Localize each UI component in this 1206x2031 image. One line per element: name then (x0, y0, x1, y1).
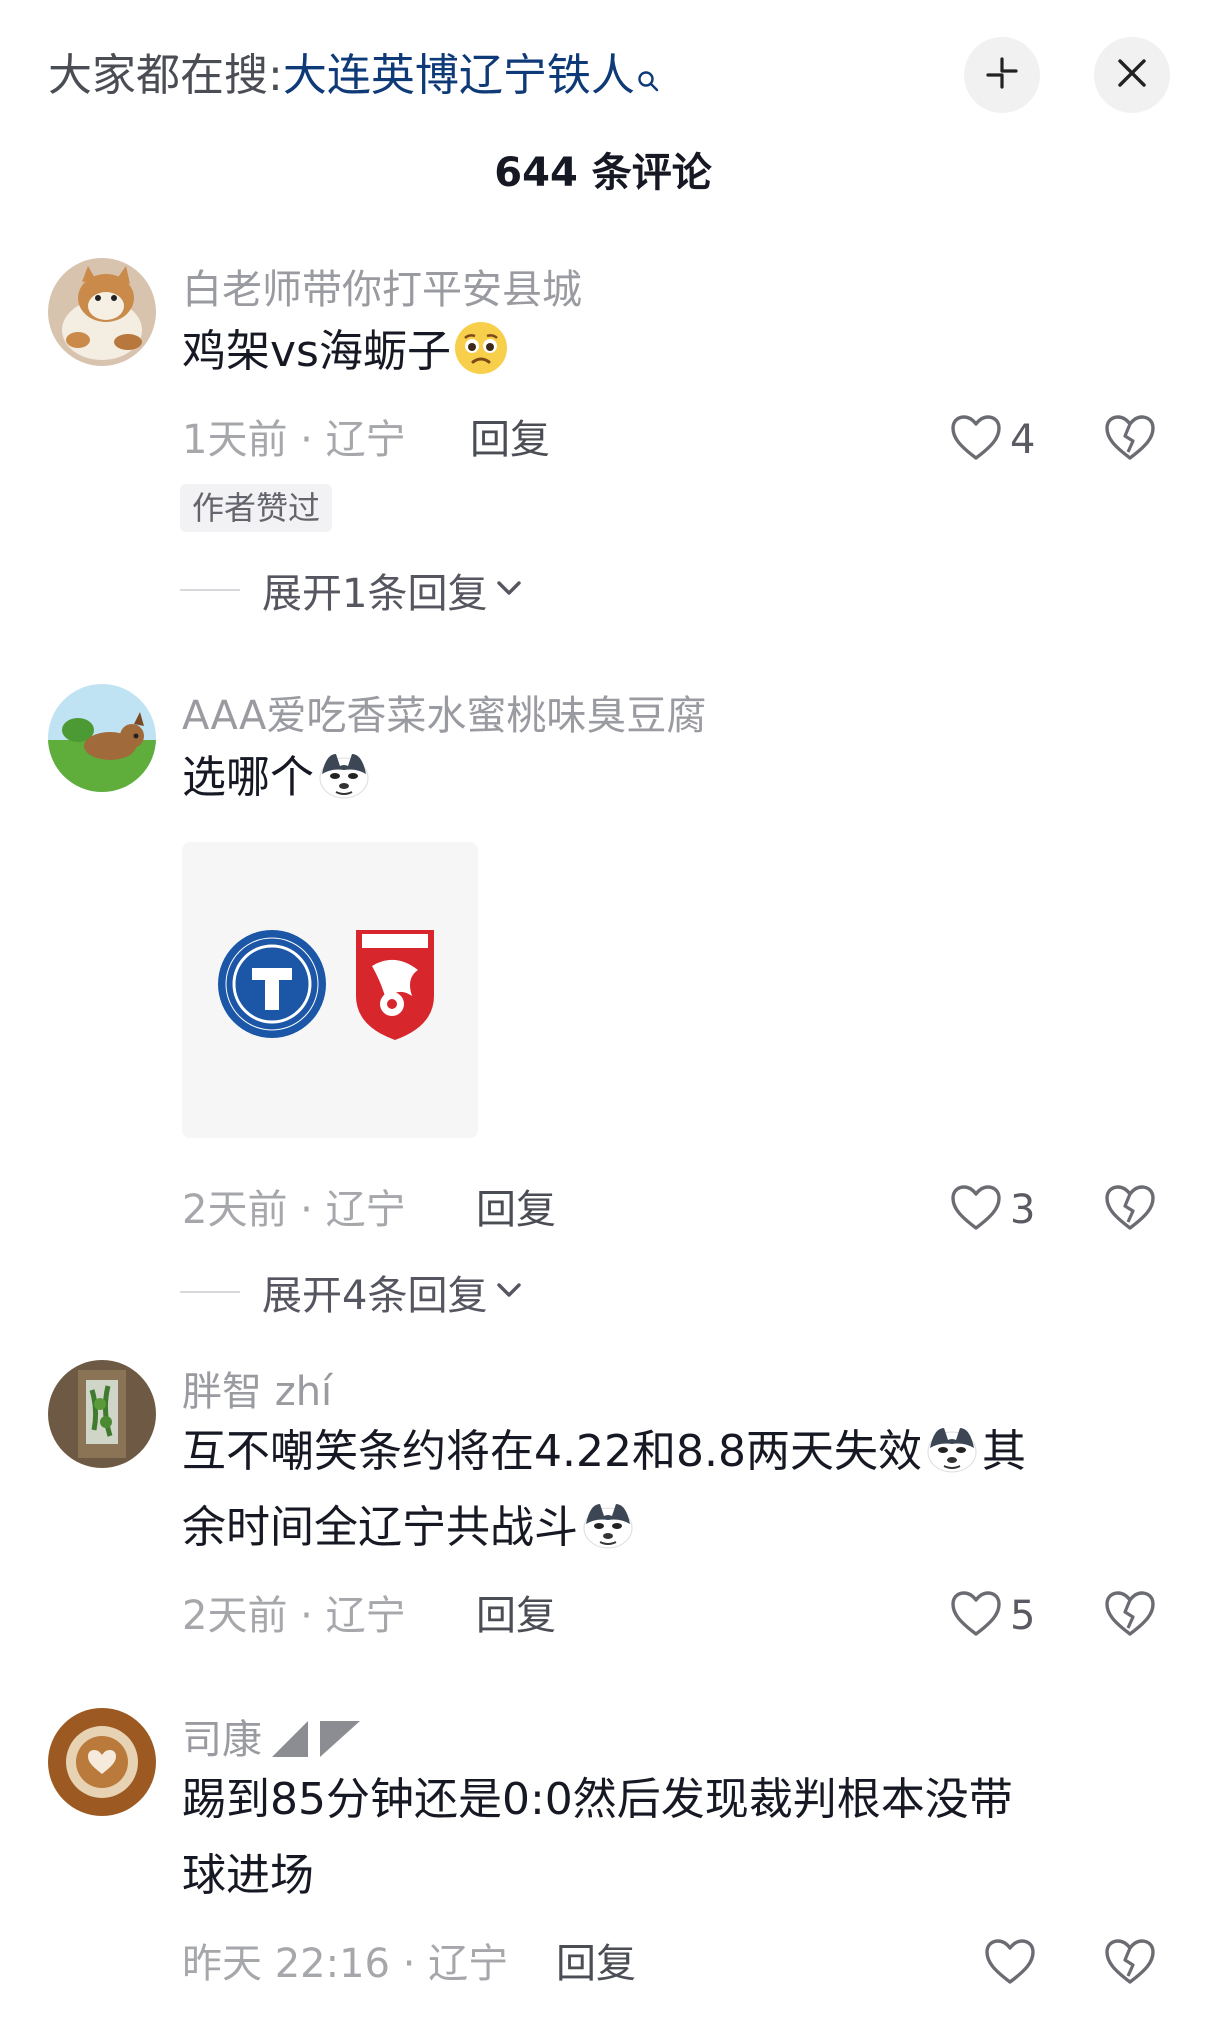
heart-icon (950, 1590, 1002, 1642)
dalian-yingbo-logo (352, 926, 438, 1046)
pleading-emoji-icon (453, 320, 509, 376)
search-suggestion[interactable]: 大家都在搜:大连英博辽宁铁人 (48, 46, 659, 108)
heart-icon (950, 414, 1002, 466)
comment-count: 644 条评论 (494, 150, 712, 196)
dislike-button[interactable] (1104, 410, 1156, 470)
dislike-button[interactable] (1104, 1180, 1156, 1240)
comment-body: 鸡架vs海蛎子 (182, 326, 451, 377)
reply-button[interactable]: 回复 (556, 1936, 636, 1992)
comment-line: 余时间全辽宁共战斗 (182, 1490, 1142, 1566)
reply-button[interactable]: 回复 (470, 412, 550, 468)
husky-emoji-icon (580, 1496, 636, 1552)
comment-line: 互不嘲笑条约将在4.22和8.8两天失效 其 (182, 1414, 1142, 1490)
chevron-down-icon (495, 1281, 523, 1303)
avatar[interactable] (48, 1708, 156, 1816)
collapse-button[interactable] (964, 37, 1040, 113)
author-liked-badge: 作者赞过 (180, 484, 333, 532)
expand-replies-label: 展开1条回复 (262, 571, 488, 617)
search-keyword[interactable]: 大连英博辽宁铁人 (283, 50, 635, 101)
comment-time-location: 昨天 22:16 · 辽宁 (182, 1941, 509, 1987)
comment-body: 余时间全辽宁共战斗 (182, 1502, 578, 1553)
comment-item: AAA爱吃香菜水蜜桃味臭豆腐 选哪个 2天前 · 辽宁 回复 3 展开4条回复 (0, 684, 1206, 1319)
collapse-icon (982, 53, 1022, 97)
comment-text: 踢到85分钟还是0:0然后发现裁判根本没带 球进场 (182, 1762, 1142, 1914)
broken-heart-icon (1104, 1184, 1156, 1236)
husky-emoji-icon (924, 1420, 980, 1476)
comment-text: 选哪个 (182, 740, 1142, 816)
divider-line (180, 1291, 240, 1293)
like-button[interactable]: 4 (950, 410, 1035, 470)
dislike-button[interactable] (1104, 1586, 1156, 1646)
avatar[interactable] (48, 258, 156, 366)
like-button[interactable] (984, 1934, 1036, 1994)
comment-time-location: 2天前 · 辽宁 (182, 1593, 406, 1639)
like-count: 5 (1010, 1593, 1036, 1639)
divider-line (180, 589, 240, 591)
username[interactable]: 白老师带你打平安县城 (182, 262, 582, 318)
heart-icon (950, 1184, 1002, 1236)
comment-line: 球进场 (182, 1850, 314, 1901)
comment-text: 互不嘲笑条约将在4.22和8.8两天失效 其 余时间全辽宁共战斗 (182, 1414, 1142, 1566)
comment-body: 选哪个 (182, 752, 314, 803)
like-button[interactable]: 3 (950, 1180, 1035, 1240)
dislike-button[interactable] (1104, 1934, 1156, 1994)
comment-image[interactable] (182, 842, 478, 1138)
search-prefix: 大家都在搜: (48, 50, 283, 101)
like-button[interactable]: 5 (950, 1586, 1035, 1646)
heart-icon (984, 1938, 1036, 1990)
avatar[interactable] (48, 1360, 156, 1468)
comment-line: 踢到85分钟还是0:0然后发现裁判根本没带 (182, 1774, 1013, 1825)
expand-replies-label: 展开4条回复 (262, 1273, 488, 1319)
comment-item: 白老师带你打平安县城 鸡架vs海蛎子 1天前 · 辽宁 回复 4 作者赞过 展开… (0, 258, 1206, 638)
comment-body: 互不嘲笑条约将在4.22和8.8两天失效 (182, 1426, 922, 1477)
reply-button[interactable]: 回复 (476, 1182, 556, 1238)
close-button[interactable] (1094, 37, 1170, 113)
reply-button[interactable]: 回复 (476, 1588, 556, 1644)
comment-text: 鸡架vs海蛎子 (182, 314, 1142, 390)
username[interactable]: AAA爱吃香菜水蜜桃味臭豆腐 (182, 688, 706, 744)
comment-item: 胖智 zhí 互不嘲笑条约将在4.22和8.8两天失效 其 余时间全辽宁共战斗 2… (0, 1360, 1206, 1660)
top-bar: 大家都在搜:大连英博辽宁铁人 (0, 0, 1206, 150)
username[interactable]: 胖智 zhí (182, 1364, 332, 1420)
expand-replies-button[interactable]: 展开4条回复 (180, 1264, 523, 1320)
broken-heart-icon (1104, 1590, 1156, 1642)
comment-time-location: 1天前 · 辽宁 (182, 417, 406, 463)
search-icon (637, 48, 659, 108)
close-icon (1115, 56, 1149, 94)
expand-replies-button[interactable]: 展开1条回复 (180, 562, 523, 618)
chevron-down-icon (495, 579, 523, 601)
husky-emoji-icon (316, 746, 372, 802)
like-count: 3 (1010, 1187, 1036, 1233)
comment-time-location: 2天前 · 辽宁 (182, 1187, 406, 1233)
username-text: 司康 (182, 1717, 262, 1763)
broken-heart-icon (1104, 414, 1156, 466)
avatar[interactable] (48, 684, 156, 792)
comment-item: 司康 踢到85分钟还是0:0然后发现裁判根本没带 球进场 昨天 22:16 · … (0, 1708, 1206, 2028)
broken-heart-icon (1104, 1938, 1156, 1990)
like-count: 4 (1010, 417, 1036, 463)
comment-body: 其 (981, 1426, 1026, 1477)
liaoning-tieren-logo (216, 928, 328, 1044)
